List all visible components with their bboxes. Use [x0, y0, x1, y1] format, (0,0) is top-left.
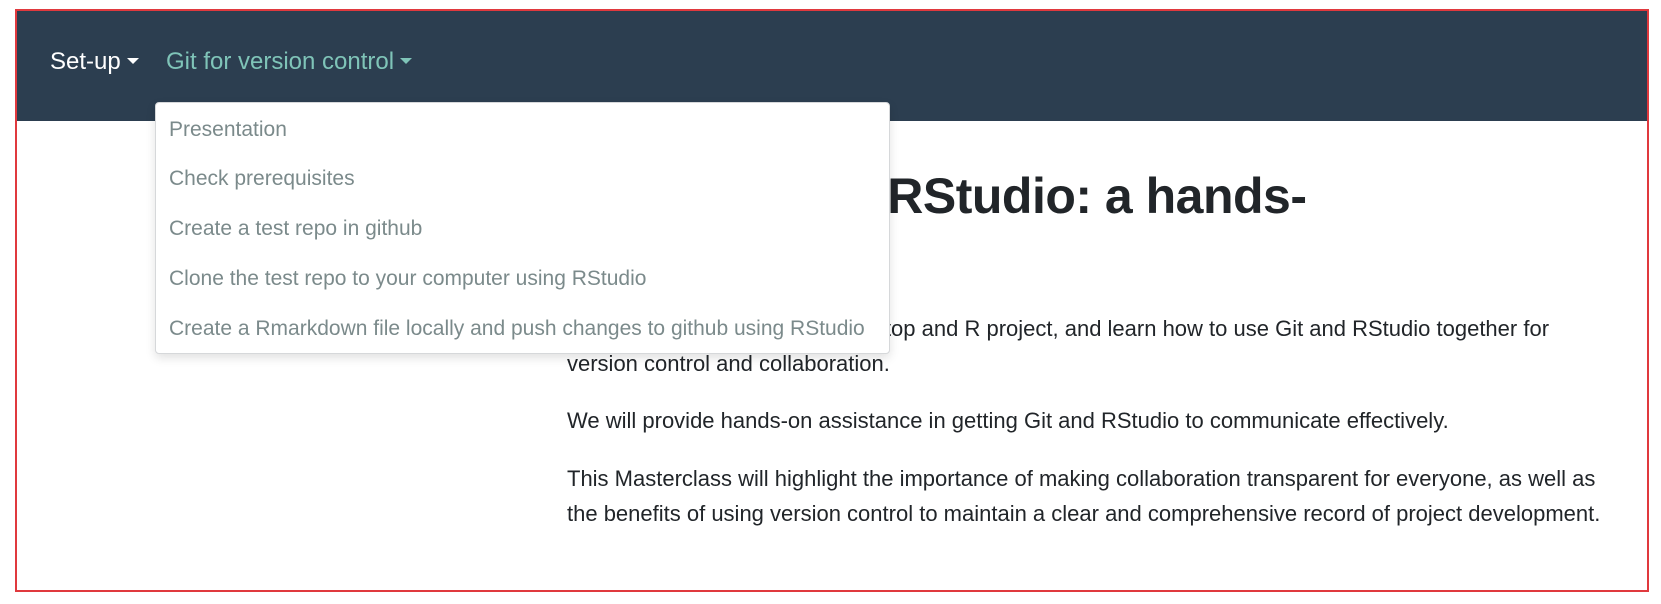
nav-setup-menu[interactable]: Set-up: [50, 45, 139, 79]
dropdown-item-check-prerequisites[interactable]: Check prerequisites: [169, 164, 355, 194]
dropdown-item-presentation[interactable]: Presentation: [169, 115, 287, 145]
assistance-paragraph: We will provide hands-on assistance in g…: [567, 408, 1449, 433]
dropdown-item-clone-repo[interactable]: Clone the test repo to your computer usi…: [169, 264, 646, 294]
git-dropdown-menu: Presentation Check prerequisites Create …: [155, 102, 890, 354]
caret-down-icon: [400, 57, 413, 64]
nav-git-label: Git for version control: [166, 48, 395, 75]
caret-down-icon: [126, 57, 139, 64]
dropdown-item-create-rmarkdown[interactable]: Create a Rmarkdown file locally and push…: [169, 314, 865, 344]
nav-setup-label: Set-up: [50, 48, 121, 75]
masterclass-paragraph: This Masterclass will highlight the impo…: [567, 466, 1601, 526]
nav-git-menu[interactable]: Git for version control: [166, 45, 413, 79]
browser-frame: Set-up Git for version control ed with G…: [15, 9, 1649, 592]
dropdown-item-create-test-repo[interactable]: Create a test repo in github: [169, 214, 422, 244]
